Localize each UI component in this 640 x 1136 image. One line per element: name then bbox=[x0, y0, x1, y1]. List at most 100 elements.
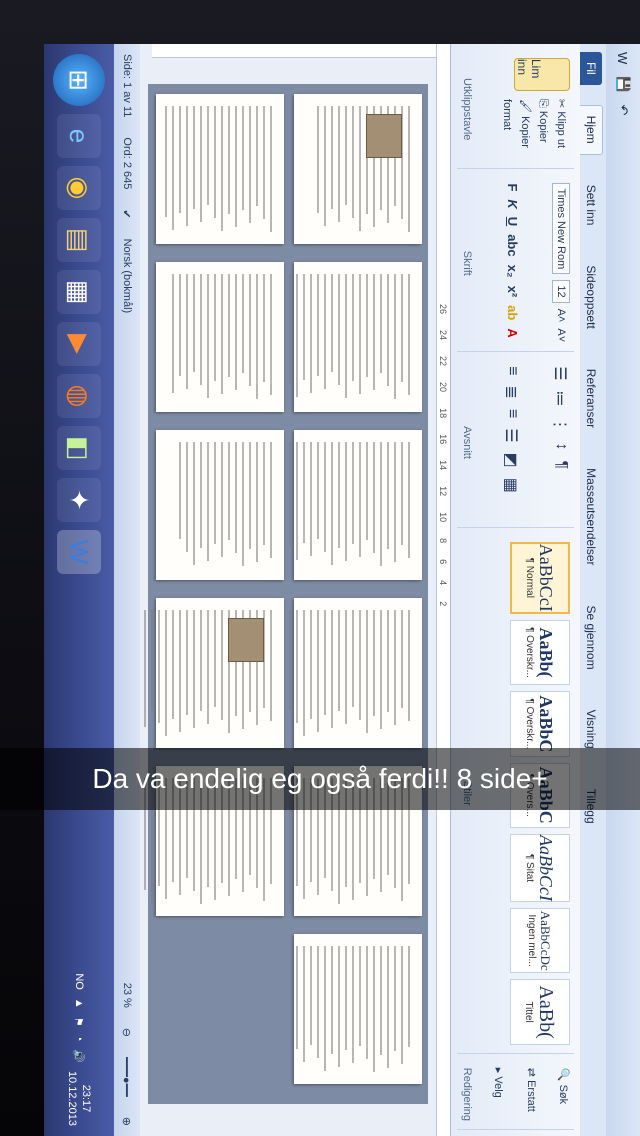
start-button[interactable]: ⊞ bbox=[53, 54, 105, 106]
tab-references[interactable]: Referanser bbox=[580, 359, 602, 438]
flag-icon[interactable]: ⚑ bbox=[73, 1017, 86, 1027]
explorer-icon[interactable]: ▤ bbox=[57, 218, 101, 262]
text-line bbox=[221, 442, 223, 557]
page-count[interactable]: Side: 1 av 11 bbox=[121, 54, 133, 117]
style-title[interactable]: AaBb(Tittel bbox=[510, 979, 570, 1045]
text-line bbox=[303, 946, 305, 1062]
firefox-icon[interactable]: ◍ bbox=[57, 374, 101, 418]
text-line bbox=[303, 442, 305, 543]
calendar-icon[interactable]: ▦ bbox=[57, 270, 101, 314]
up-arrow-icon[interactable]: ▲ bbox=[73, 998, 85, 1009]
style-sample: AaBb( bbox=[536, 627, 556, 678]
select-button[interactable]: ▸ Velg bbox=[492, 1068, 505, 1121]
text-line bbox=[310, 610, 312, 719]
document-page-thumbnail[interactable] bbox=[294, 934, 422, 1084]
grow-font-icon[interactable]: A˄ bbox=[555, 309, 567, 323]
align-left-icon[interactable]: ≡ bbox=[502, 366, 522, 375]
clock[interactable]: 23:17 10.12.2013 bbox=[65, 1071, 93, 1126]
paste-button[interactable]: Lim inn bbox=[514, 58, 570, 92]
document-page-thumbnail[interactable] bbox=[294, 94, 422, 244]
sort-icon[interactable]: ↕ bbox=[550, 443, 570, 451]
tab-page-layout[interactable]: Sideoppsett bbox=[580, 255, 602, 338]
borders-icon[interactable]: ▦ bbox=[502, 478, 522, 493]
pilcrow-icon[interactable]: ¶ bbox=[550, 461, 570, 470]
align-center-icon[interactable]: ≣ bbox=[502, 386, 522, 399]
format-painter-button[interactable]: 🖌 Kopier format bbox=[498, 99, 534, 160]
tab-mailings[interactable]: Masseutsendelser bbox=[580, 458, 602, 575]
font-size-select[interactable]: 12 bbox=[552, 280, 570, 303]
style-name: ¶ Overskr... bbox=[524, 698, 535, 750]
tab-review[interactable]: Se gjennom bbox=[580, 596, 602, 680]
format-painter-label: Kopier format bbox=[501, 99, 531, 148]
language-indicator[interactable]: Norsk (bokmål) bbox=[121, 239, 133, 314]
tab-home[interactable]: Hjem bbox=[580, 104, 603, 155]
align-right-icon[interactable]: ≡ bbox=[502, 409, 522, 418]
wifi-icon[interactable]: ◔ bbox=[73, 1035, 85, 1042]
word-icon[interactable]: W bbox=[616, 52, 631, 64]
style-quote[interactable]: AaBbCcI ¶ Sitat bbox=[510, 834, 570, 902]
text-line bbox=[270, 610, 272, 721]
shrink-font-icon[interactable]: A˅ bbox=[555, 328, 567, 342]
document-image bbox=[366, 114, 402, 158]
highlight-icon[interactable]: ab bbox=[505, 305, 520, 320]
style-heading-2[interactable]: AaBbC ¶ Overskr... bbox=[510, 691, 570, 757]
font-family-select[interactable]: Times New Rom bbox=[552, 183, 570, 275]
style-name: ¶ Normal bbox=[524, 557, 535, 598]
text-line bbox=[345, 946, 347, 1050]
bold-button[interactable]: F bbox=[505, 183, 520, 191]
undo-icon[interactable]: ↶ bbox=[615, 104, 631, 115]
text-line bbox=[338, 946, 340, 1067]
document-page-thumbnail[interactable] bbox=[130, 598, 284, 748]
zoom-in-icon[interactable]: ⊕ bbox=[121, 1117, 134, 1126]
underline-button[interactable]: U bbox=[505, 217, 520, 226]
tab-insert[interactable]: Sett inn bbox=[580, 175, 602, 236]
ie-icon[interactable]: e bbox=[57, 114, 101, 158]
document-page-thumbnail[interactable] bbox=[156, 262, 284, 412]
word-taskbar-icon[interactable]: W bbox=[57, 530, 101, 574]
style-heading-1[interactable]: AaBb(¶ Overskr... bbox=[510, 619, 570, 686]
style-no-spacing[interactable]: AaBbCcDc Ingen mel... bbox=[510, 907, 570, 974]
text-line bbox=[359, 274, 361, 394]
italic-button[interactable]: K bbox=[505, 199, 520, 208]
text-line bbox=[172, 106, 174, 230]
zoom-out-icon[interactable]: ⊖ bbox=[121, 1028, 134, 1037]
zoom-level[interactable]: 23 % bbox=[121, 983, 133, 1008]
style-normal[interactable]: AaBbCcI ¶ Normal bbox=[510, 541, 570, 614]
copy-button[interactable]: ⎘ Kopier bbox=[534, 99, 552, 160]
font-color-icon[interactable]: A bbox=[505, 328, 520, 337]
text-line bbox=[200, 274, 202, 385]
document-page-thumbnail[interactable] bbox=[156, 430, 284, 580]
save-icon[interactable]: 💾 bbox=[615, 76, 631, 92]
replace-button[interactable]: ⇄ Erstatt bbox=[525, 1068, 538, 1121]
text-line bbox=[214, 442, 216, 544]
strikethrough-icon[interactable]: abc bbox=[505, 234, 520, 256]
numbering-icon[interactable]: ≔ bbox=[550, 391, 570, 407]
document-page-thumbnail[interactable] bbox=[268, 262, 422, 412]
subscript-icon[interactable]: x₂ bbox=[505, 265, 520, 278]
find-button[interactable]: 🔍 Søk bbox=[557, 1068, 570, 1121]
document-page-thumbnail[interactable] bbox=[282, 598, 422, 748]
word-count[interactable]: Ord: 2 645 bbox=[121, 137, 133, 189]
document-page-thumbnail[interactable] bbox=[156, 94, 284, 244]
chrome-icon[interactable]: ◉ bbox=[57, 166, 101, 210]
document-page-thumbnail[interactable] bbox=[275, 430, 422, 580]
multilevel-icon[interactable]: ⋮ bbox=[550, 417, 570, 433]
bullets-icon[interactable]: ☰ bbox=[550, 366, 570, 380]
spellcheck-icon[interactable]: ✔ bbox=[121, 209, 134, 218]
ruler-tick: 26 bbox=[438, 304, 449, 315]
tab-file[interactable]: Fil bbox=[580, 52, 602, 85]
justify-icon[interactable]: ☰ bbox=[502, 428, 522, 442]
language-tray[interactable]: NO bbox=[73, 973, 85, 990]
media-player-icon[interactable]: ▶ bbox=[57, 322, 101, 366]
sticky-notes-icon[interactable]: ◧ bbox=[57, 426, 101, 470]
cut-button[interactable]: ✂ Klipp ut bbox=[552, 99, 570, 160]
text-line bbox=[387, 442, 389, 549]
document-multi-page-view[interactable] bbox=[130, 84, 428, 1104]
zoom-slider[interactable]: ━━━●━━ bbox=[121, 1057, 134, 1097]
text-line bbox=[317, 442, 319, 539]
text-line bbox=[228, 106, 230, 214]
volume-icon[interactable]: 🔊 bbox=[73, 1049, 86, 1063]
network-icon[interactable]: ✦ bbox=[57, 478, 101, 522]
superscript-icon[interactable]: x² bbox=[505, 286, 520, 298]
shading-icon[interactable]: ◩ bbox=[502, 453, 522, 468]
